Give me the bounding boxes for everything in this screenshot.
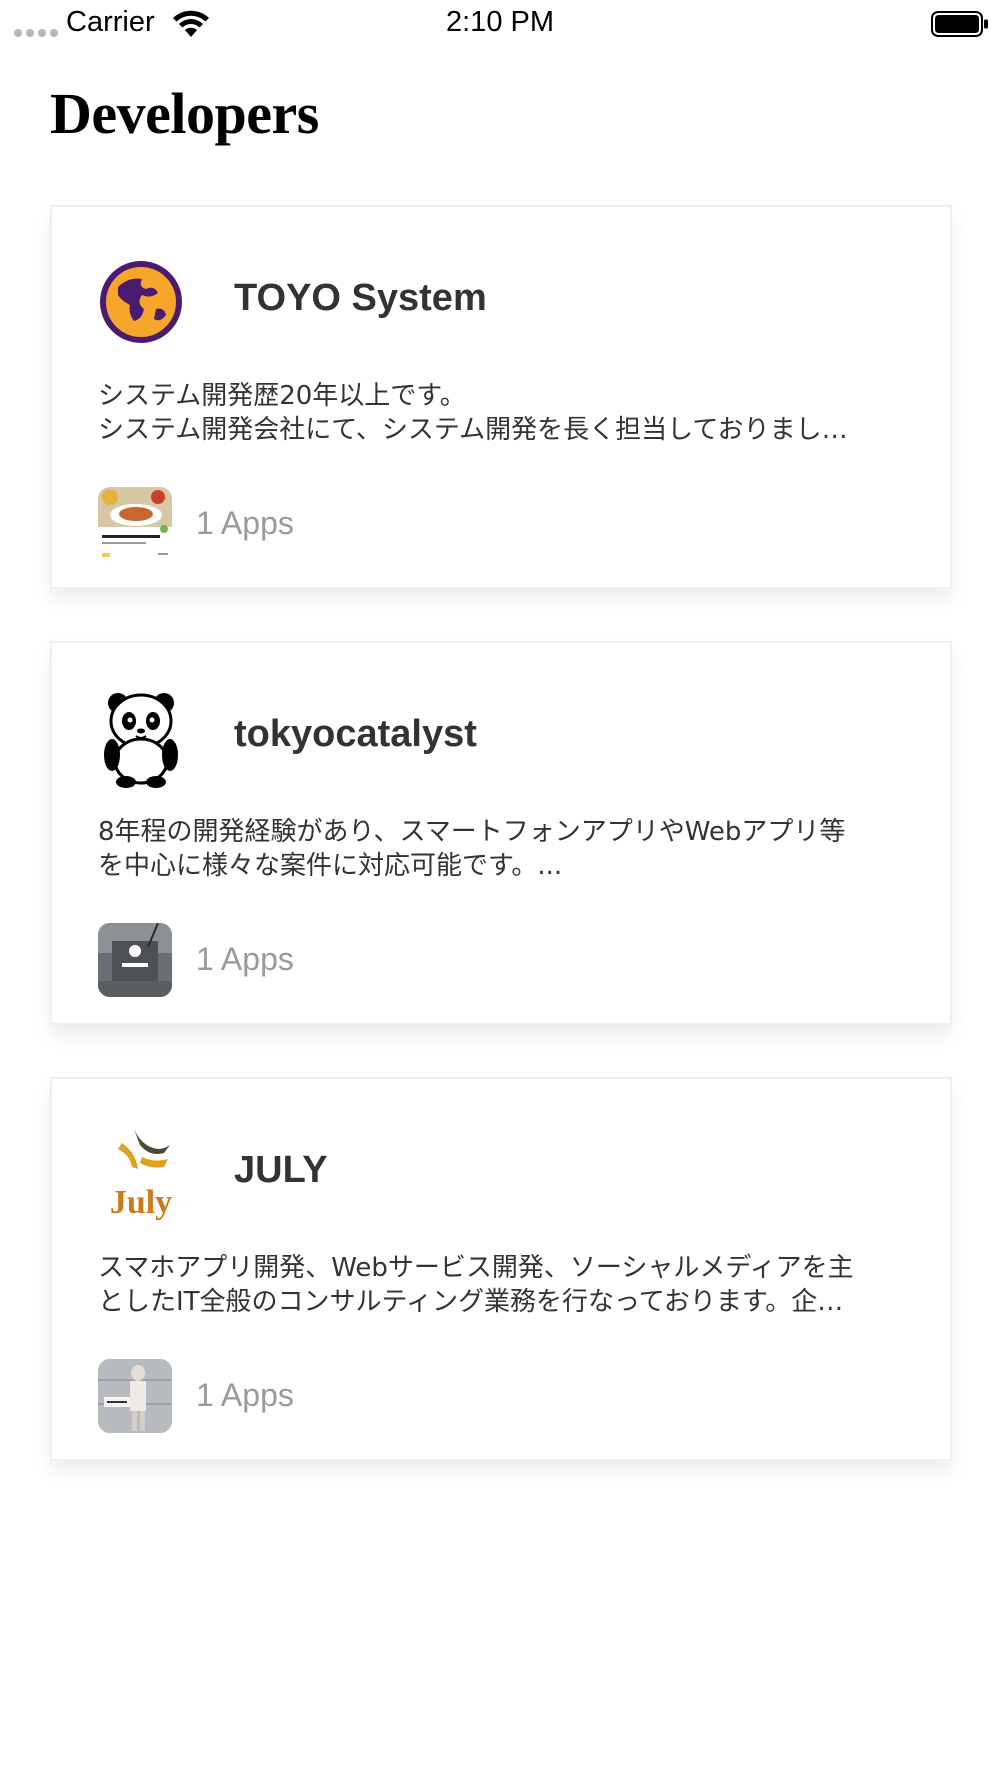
- status-time: 2:10 PM: [446, 6, 554, 38]
- developer-description: システム開発歴20年以上です。 システム開発会社にて、システム開発を長く担当して…: [98, 381, 848, 445]
- battery-icon: [931, 11, 988, 37]
- developer-name: TOYO System: [234, 277, 487, 319]
- panda-logo-avatar: [104, 693, 178, 788]
- developer-list: TOYO System システム開発歴20年以上です。 システム開発会社にて、シ…: [50, 205, 952, 1513]
- developer-name: JULY: [234, 1149, 328, 1191]
- developer-description: スマホアプリ開発、Webサービス開発、ソーシャルメディアを主 としたIT全般のコ…: [98, 1253, 854, 1317]
- developer-card-tokyocatalyst[interactable]: tokyocatalyst 8年程の開発経験があり、スマートフォンアプリやWeb…: [50, 641, 952, 1025]
- july-logo-avatar: July: [110, 1129, 172, 1221]
- apps-count: 1 Apps: [196, 505, 294, 541]
- fashion-app-thumbnail[interactable]: [98, 1359, 172, 1433]
- apps-count: 1 Apps: [196, 1377, 294, 1413]
- svg-text:July: July: [110, 1184, 172, 1221]
- developer-card-toyo-system[interactable]: TOYO System システム開発歴20年以上です。 システム開発会社にて、シ…: [50, 205, 952, 589]
- developer-name: tokyocatalyst: [234, 713, 477, 755]
- globe-logo-avatar: [100, 261, 182, 343]
- status-bar: Carrier 2:10 PM: [0, 0, 1000, 48]
- apps-count: 1 Apps: [196, 941, 294, 977]
- page-title: Developers: [50, 81, 319, 146]
- developer-card-july[interactable]: July JULY スマホアプリ開発、Webサービス開発、ソーシャルメディアを主…: [50, 1077, 952, 1461]
- beyond-app-thumbnail[interactable]: [98, 923, 172, 997]
- developer-description: 8年程の開発経験があり、スマートフォンアプリやWebアプリ等 を中心に様々な案件…: [98, 817, 846, 881]
- food-app-thumbnail[interactable]: [98, 487, 172, 561]
